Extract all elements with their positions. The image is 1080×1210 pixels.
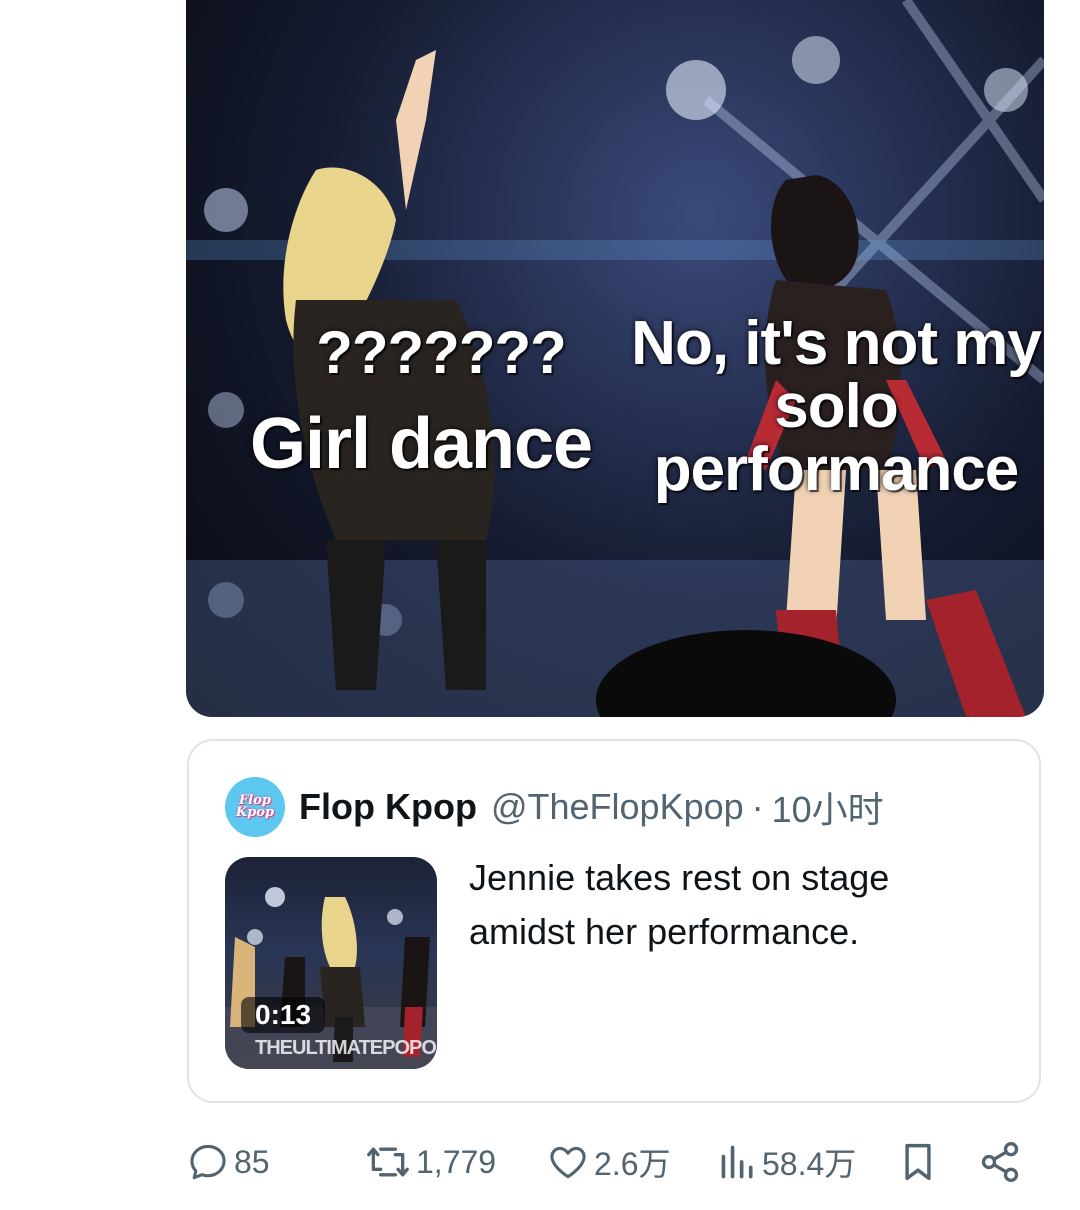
tweet-detail: ??????? Girl dance No, it's not my solo … bbox=[0, 0, 1080, 1210]
retweet-count: 1,779 bbox=[416, 1143, 497, 1180]
quoted-author-handle[interactable]: @TheFlopKpop bbox=[491, 786, 744, 828]
views-icon bbox=[718, 1140, 758, 1184]
bookmark-icon bbox=[898, 1140, 938, 1184]
quoted-video-thumbnail[interactable]: 0:13 THEULTIMATEPOPO bbox=[225, 857, 437, 1069]
meme-caption-solo: No, it's not my solo performance bbox=[631, 309, 1042, 505]
heart-icon bbox=[546, 1140, 590, 1184]
avatar[interactable]: Flop Kpop bbox=[225, 777, 285, 837]
views-count: 58.4万 bbox=[762, 1146, 857, 1182]
reply-count: 85 bbox=[234, 1143, 270, 1180]
share-icon bbox=[978, 1140, 1022, 1184]
separator-dot: · bbox=[751, 786, 764, 827]
reply-icon bbox=[186, 1140, 230, 1184]
quoted-tweet-header: Flop Kpop @TheFlopKpop · 10小时 bbox=[299, 779, 884, 835]
video-watermark: THEULTIMATEPOPO bbox=[255, 1037, 437, 1059]
like-button[interactable]: 2.6万 bbox=[546, 1130, 671, 1194]
bookmark-button[interactable] bbox=[898, 1130, 938, 1194]
like-count: 2.6万 bbox=[594, 1146, 671, 1182]
avatar-text-line2: Kpop bbox=[235, 805, 275, 820]
quoted-tweet-card[interactable]: Flop Kpop Flop Kpop @TheFlopKpop · 10小时 bbox=[187, 739, 1041, 1103]
quoted-author-name[interactable]: Flop Kpop bbox=[299, 786, 477, 828]
share-button[interactable] bbox=[978, 1130, 1022, 1194]
meme-caption-question: ??????? bbox=[316, 319, 567, 386]
tweet-media-image[interactable]: ??????? Girl dance No, it's not my solo … bbox=[186, 0, 1044, 717]
views-button[interactable]: 58.4万 bbox=[718, 1130, 856, 1194]
reply-button[interactable]: 85 bbox=[186, 1130, 270, 1194]
quoted-timestamp[interactable]: 10小时 bbox=[772, 781, 884, 833]
quoted-tweet-text: Jennie takes rest on stage amidst her pe… bbox=[469, 857, 890, 952]
video-duration-badge: 0:13 bbox=[241, 997, 326, 1033]
meme-caption-girl-dance: Girl dance bbox=[249, 404, 593, 484]
retweet-button[interactable]: 1,779 bbox=[364, 1130, 496, 1194]
retweet-icon bbox=[364, 1140, 412, 1184]
tweet-action-bar: 85 1,779 2.6万 58.4万 bbox=[186, 1130, 1036, 1194]
